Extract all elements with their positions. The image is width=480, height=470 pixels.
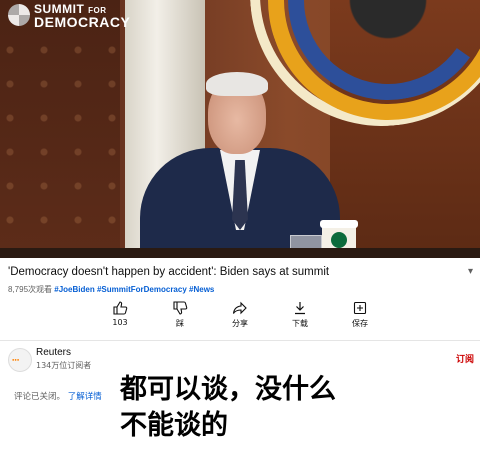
channel-avatar[interactable]: ●●● <box>8 348 32 372</box>
cup-logo-icon <box>331 232 347 248</box>
overlay-caption: 都可以谈，没什么 不能谈的 <box>120 372 450 444</box>
subscribe-button[interactable]: 订阅 <box>456 352 474 365</box>
comments-closed-text: 评论已关闭。 <box>14 392 66 402</box>
divider <box>0 340 480 341</box>
video-player[interactable]: SUMMIT FOR DEMOCRACY <box>0 0 480 258</box>
learn-more-link[interactable]: 了解详情 <box>68 392 102 402</box>
hashtag-link[interactable]: #SummitForDemocracy <box>97 285 187 294</box>
desk <box>0 248 480 258</box>
action-bar: 103 踩 分享 下载 保存 <box>90 300 390 336</box>
speaker-figure <box>140 72 340 258</box>
like-count: 103 <box>112 318 128 327</box>
view-count: 8,795次观看 <box>8 285 53 294</box>
logo-text-democracy: DEMOCRACY <box>34 14 131 30</box>
summit-logo-icon <box>8 4 30 26</box>
expand-chevron-icon[interactable]: ▾ <box>468 266 473 277</box>
like-button[interactable]: 103 <box>90 300 150 327</box>
channel-name[interactable]: Reuters <box>36 347 71 358</box>
save-button[interactable]: 保存 <box>330 300 390 329</box>
download-icon <box>295 302 305 315</box>
download-label: 下载 <box>292 319 308 328</box>
dislike-button[interactable]: 踩 <box>150 300 210 329</box>
share-icon <box>232 301 247 315</box>
hashtag-link[interactable]: #News <box>189 285 214 294</box>
overlay-line-1: 都可以谈，没什么 <box>120 374 336 405</box>
overlay-line-2: 不能谈的 <box>120 410 228 441</box>
hashtag-link[interactable]: #JoeBiden <box>54 285 94 294</box>
thumbs-down-icon <box>173 301 188 315</box>
share-label: 分享 <box>232 319 248 328</box>
video-meta: 8,795次观看 #JoeBiden #SummitForDemocracy #… <box>8 284 214 295</box>
subscriber-count: 134万位订阅者 <box>36 361 92 370</box>
video-title[interactable]: 'Democracy doesn't happen by accident': … <box>8 266 468 278</box>
download-button[interactable]: 下载 <box>270 300 330 329</box>
dislike-label: 踩 <box>176 319 184 328</box>
summit-logo: SUMMIT FOR DEMOCRACY <box>4 0 130 40</box>
backdrop-pattern <box>0 40 120 240</box>
save-icon <box>353 301 367 315</box>
share-button[interactable]: 分享 <box>210 300 270 329</box>
thumbs-up-icon <box>113 301 128 315</box>
comments-status: 评论已关闭。 了解详情 <box>14 390 102 402</box>
save-label: 保存 <box>352 319 368 328</box>
